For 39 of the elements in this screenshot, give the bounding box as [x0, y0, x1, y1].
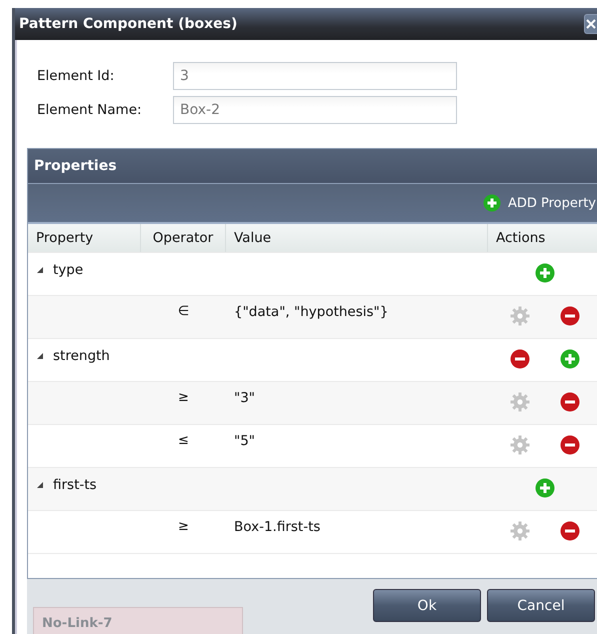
add-property-button[interactable]: ADD Property — [482, 194, 597, 212]
column-header: Operator — [141, 224, 226, 252]
node-label: No-Link-7 — [42, 616, 112, 631]
remove-icon[interactable] — [560, 521, 580, 541]
remove-icon[interactable] — [560, 435, 580, 455]
column-header: Property — [28, 224, 141, 252]
panel-title: Properties — [34, 158, 117, 174]
add-icon[interactable] — [535, 263, 555, 283]
column-header: Actions — [495, 229, 546, 248]
expander-icon[interactable] — [36, 481, 44, 489]
operator-text: ≥ — [178, 519, 189, 536]
property-name: first-ts — [53, 477, 97, 493]
operator-text: ≥ — [178, 390, 189, 407]
value-text: {"data", "hypothesis"} — [234, 304, 388, 320]
operator-text: ≤ — [178, 433, 189, 450]
input-field[interactable]: Box-2 — [173, 96, 457, 124]
expander-icon[interactable] — [36, 352, 44, 360]
close-button[interactable] — [584, 14, 597, 34]
property-name: strength — [53, 348, 110, 364]
field-label: Element Id: — [37, 68, 116, 84]
remove-icon[interactable] — [560, 392, 580, 412]
add-icon[interactable] — [560, 349, 580, 369]
cancel-button[interactable]: Cancel — [487, 589, 595, 622]
ok-button[interactable]: Ok — [373, 589, 481, 622]
input-field[interactable]: 3 — [173, 62, 457, 90]
add-icon[interactable] — [535, 478, 555, 498]
operator-text: ∈ — [178, 304, 190, 321]
add-icon — [482, 194, 501, 212]
value-text: "3" — [234, 390, 256, 406]
remove-icon[interactable] — [560, 306, 580, 326]
value-text: Box-1.first-ts — [234, 519, 320, 535]
remove-icon[interactable] — [510, 349, 530, 369]
expander-icon[interactable] — [36, 266, 44, 274]
column-header: Value — [226, 224, 488, 252]
value-text: "5" — [234, 433, 256, 449]
property-name: type — [53, 262, 84, 278]
field-label: Element Name: — [37, 102, 143, 118]
window-title: Pattern Component (boxes) — [19, 16, 238, 32]
close-icon — [586, 19, 596, 29]
